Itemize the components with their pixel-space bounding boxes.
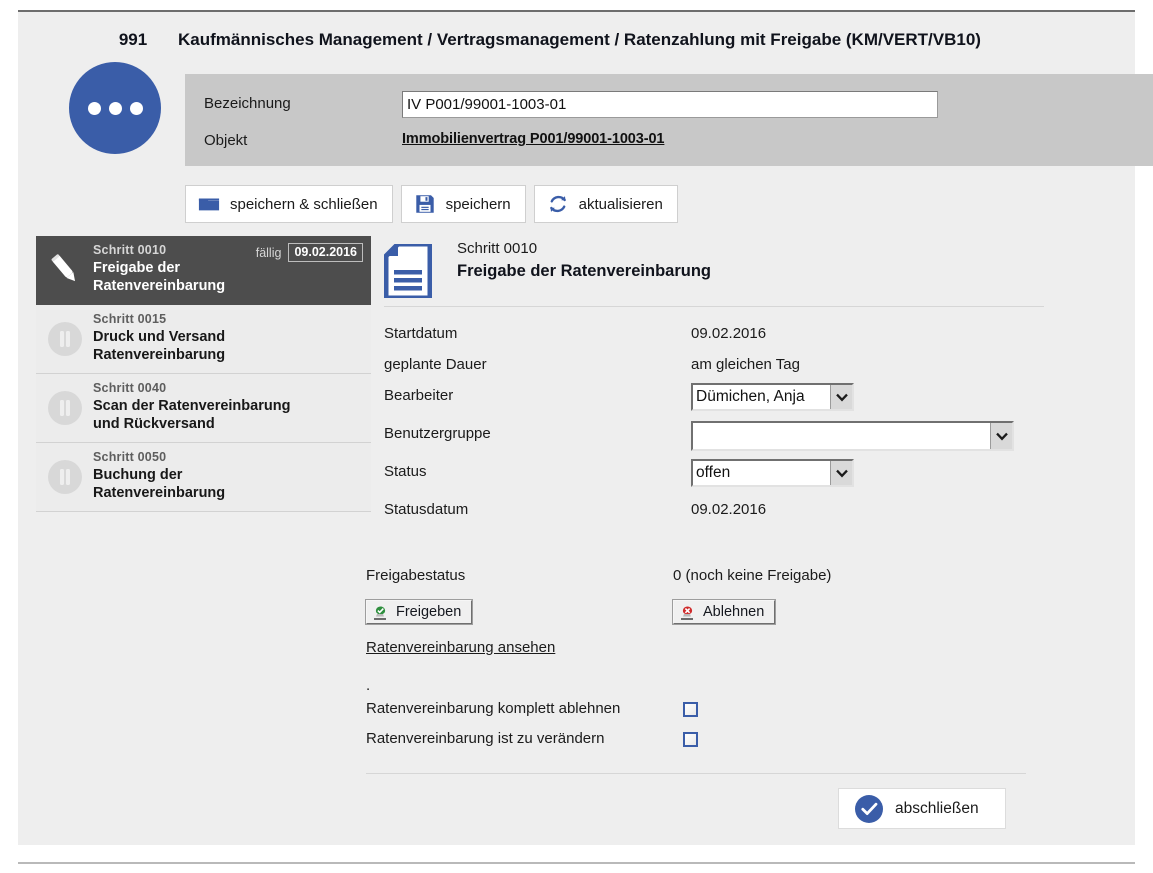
approve-button[interactable]: Freigeben: [366, 600, 472, 624]
step-detail-panel: Schritt 0010 Freigabe der Ratenvereinbar…: [384, 240, 1044, 528]
document-icon: [384, 244, 432, 298]
bearbeiter-label: Bearbeiter: [384, 387, 453, 404]
field-benutzergruppe: Benutzergruppe: [384, 421, 1044, 459]
floppy-disk-icon: [414, 193, 436, 215]
ellipsis-icon: [88, 102, 101, 115]
chevron-down-icon: [990, 423, 1012, 449]
stamp-approve-icon: [372, 604, 389, 621]
ellipsis-icon: [130, 102, 143, 115]
finish-button[interactable]: abschließen: [838, 788, 1006, 829]
step-title-line2: Ratenvereinbarung: [93, 346, 363, 364]
step-title-line2: Ratenvereinbarung: [93, 484, 363, 502]
panel-step-title: Freigabe der Ratenvereinbarung: [457, 262, 711, 281]
header-divider: [384, 306, 1044, 307]
pencil-icon: [43, 248, 87, 292]
approve-label: Freigeben: [396, 604, 461, 620]
save-and-close-label: speichern & schließen: [230, 196, 378, 213]
bezeichnung-input[interactable]: [402, 91, 938, 118]
checkbox-label-needs-change: Ratenvereinbarung ist zu verändern: [366, 730, 604, 747]
field-startdatum: Startdatum 09.02.2016: [384, 321, 1044, 352]
objekt-link[interactable]: Immobilienvertrag P001/99001-1003-01: [402, 131, 664, 147]
check-circle-icon: [855, 795, 883, 823]
pause-icon: [43, 455, 87, 499]
refresh-button[interactable]: aktualisieren: [534, 185, 678, 223]
step-item-0010[interactable]: fällig 09.02.2016 Schritt 0010 Freigabe …: [36, 236, 371, 305]
page-id: 991: [78, 30, 188, 50]
step-title-line2: und Rückversand: [93, 415, 363, 433]
reject-button[interactable]: Ablehnen: [673, 600, 775, 624]
field-status: Status offen: [384, 459, 1044, 497]
bearbeiter-select[interactable]: Dümichen, Anja: [691, 383, 854, 411]
step-title-line2: Ratenvereinbarung: [93, 277, 363, 295]
freigabestatus-label: Freigabestatus: [366, 567, 465, 584]
application-window: 991 Kaufmännisches Management / Vertrags…: [0, 0, 1153, 873]
checkbox-needs-change[interactable]: [683, 732, 698, 747]
chevron-down-icon: [830, 461, 852, 485]
startdatum-label: Startdatum: [384, 325, 457, 342]
statusdatum-value: 09.02.2016: [691, 501, 766, 518]
step-number: Schritt 0050: [93, 450, 363, 464]
detail-form: Startdatum 09.02.2016 geplante Dauer am …: [384, 321, 1044, 528]
status-selected-value: offen: [693, 464, 830, 482]
avatar[interactable]: [69, 62, 161, 154]
step-number: Schritt 0015: [93, 312, 363, 326]
step-title-line1: Druck und Versand: [93, 328, 363, 346]
save-button[interactable]: speichern: [401, 185, 526, 223]
refresh-icon: [547, 193, 569, 215]
step-item-0040[interactable]: Schritt 0040 Scan der Ratenvereinbarung …: [36, 374, 371, 443]
benutzergruppe-label: Benutzergruppe: [384, 425, 491, 442]
footer-divider: [366, 773, 1026, 774]
statusdatum-label: Statusdatum: [384, 501, 468, 518]
object-info-panel: Bezeichnung Objekt Immobilienvertrag P00…: [185, 74, 1153, 166]
ellipsis-icon: [109, 102, 122, 115]
due-date: 09.02.2016: [288, 243, 363, 262]
freigabestatus-value: 0 (noch keine Freigabe): [673, 567, 831, 584]
pause-icon: [43, 386, 87, 430]
view-agreement-link[interactable]: Ratenvereinbarung ansehen: [366, 639, 555, 656]
pause-icon: [43, 317, 87, 361]
status-label: Status: [384, 463, 427, 480]
step-item-0015[interactable]: Schritt 0015 Druck und Versand Ratenvere…: [36, 305, 371, 374]
separator-dot: .: [366, 677, 370, 694]
save-and-close-button[interactable]: speichern & schließen: [185, 185, 393, 223]
step-title-line1: Scan der Ratenvereinbarung: [93, 397, 363, 415]
chevron-down-icon: [830, 385, 852, 409]
bezeichnung-label: Bezeichnung: [204, 95, 291, 112]
startdatum-value: 09.02.2016: [691, 325, 766, 342]
stamp-reject-icon: [679, 604, 696, 621]
benutzergruppe-select[interactable]: [691, 421, 1014, 451]
step-title-line1: Buchung der: [93, 466, 363, 484]
objekt-label: Objekt: [204, 132, 247, 149]
panel-step-number: Schritt 0010: [457, 240, 537, 257]
content-card: 991 Kaufmännisches Management / Vertrags…: [18, 10, 1135, 845]
field-bearbeiter: Bearbeiter Dümichen, Anja: [384, 383, 1044, 421]
step-number: Schritt 0040: [93, 381, 363, 395]
bearbeiter-selected-value: Dümichen, Anja: [693, 388, 830, 406]
checkbox-label-reject-all: Ratenvereinbarung komplett ablehnen: [366, 700, 620, 717]
reject-label: Ablehnen: [703, 604, 764, 620]
due-badge: fällig 09.02.2016: [256, 243, 363, 262]
page-title: Kaufmännisches Management / Vertragsmana…: [178, 30, 981, 50]
status-select[interactable]: offen: [691, 459, 854, 487]
refresh-label: aktualisieren: [579, 196, 663, 213]
checkbox-reject-all[interactable]: [683, 702, 698, 717]
page-footer-divider: [18, 862, 1135, 864]
field-geplante-dauer: geplante Dauer am gleichen Tag: [384, 352, 1044, 383]
step-list: fällig 09.02.2016 Schritt 0010 Freigabe …: [36, 236, 371, 512]
toolbar: speichern & schließen speichern: [185, 185, 678, 223]
panel-header: Schritt 0010 Freigabe der Ratenvereinbar…: [384, 240, 1044, 306]
due-label: fällig: [256, 246, 282, 260]
step-item-0050[interactable]: Schritt 0050 Buchung der Ratenvereinbaru…: [36, 443, 371, 512]
geplante-dauer-value: am gleichen Tag: [691, 356, 800, 373]
geplante-dauer-label: geplante Dauer: [384, 356, 487, 373]
save-label: speichern: [446, 196, 511, 213]
finish-label: abschließen: [895, 800, 979, 818]
folder-icon: [198, 193, 220, 215]
field-statusdatum: Statusdatum 09.02.2016: [384, 497, 1044, 528]
